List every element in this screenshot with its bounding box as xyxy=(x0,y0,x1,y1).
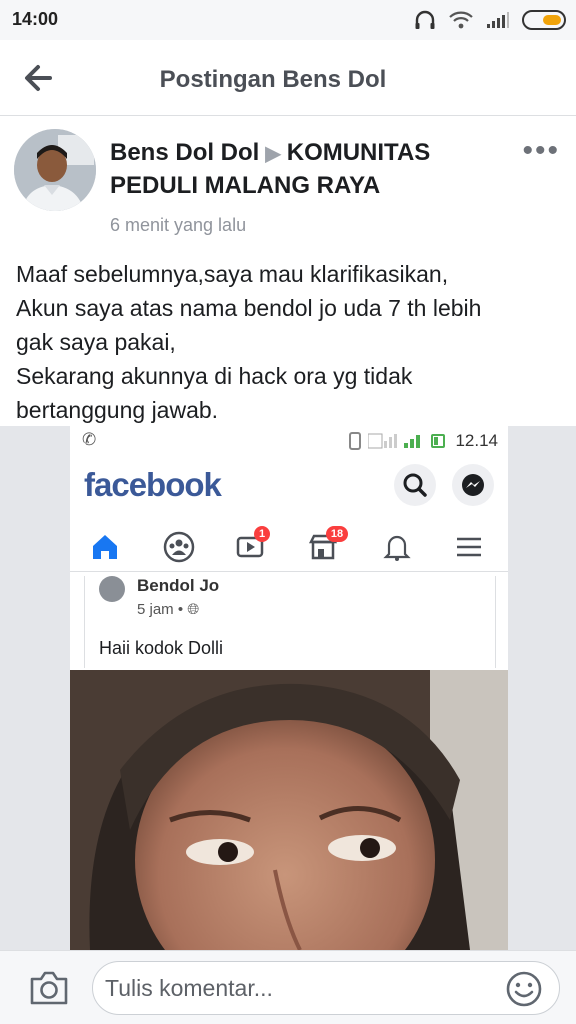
home-icon xyxy=(93,535,117,559)
embedded-post-photo xyxy=(70,670,508,950)
notifications-bell-icon xyxy=(383,535,411,561)
emoji-icon[interactable] xyxy=(504,969,544,1009)
facebook-logo: facebook xyxy=(84,466,222,503)
messenger-icon xyxy=(452,464,494,506)
marketplace-badge: 18 xyxy=(326,526,348,542)
camera-icon[interactable] xyxy=(28,969,70,1007)
status-icons xyxy=(414,8,566,32)
page-title: Postingan Bens Dol xyxy=(159,66,387,93)
embedded-status-time: 12.14 xyxy=(455,431,498,450)
wifi-icon xyxy=(449,11,473,29)
embedded-post-card: Bendol Jo 5 jam • 🌐︎ Haii kodok Dolli xyxy=(84,576,496,668)
post-text-line: gak saya pakai, xyxy=(16,329,176,355)
embedded-status-icons xyxy=(347,432,446,450)
comment-input[interactable] xyxy=(92,961,560,1015)
author-avatar[interactable] xyxy=(14,129,96,211)
post-author-line: Bens Dol Dol ▶ KOMUNITAS PEDULI MALANG RAY… xyxy=(110,137,510,202)
author-name[interactable]: Bens Dol Dol xyxy=(110,139,259,166)
post-timestamp[interactable]: 6 menit yang lalu xyxy=(110,215,246,236)
status-time: 14:00 xyxy=(12,9,59,29)
embedded-screenshot: ✆ 12.14 facebook 1 18 Bendol Jo 5 jam • … xyxy=(70,426,508,950)
post-image[interactable]: ✆ 12.14 facebook 1 18 Bendol Jo 5 jam • … xyxy=(0,426,576,950)
embedded-post-message: Haii kodok Dolli xyxy=(99,638,224,658)
embedded-status-bar: ✆ 12.14 xyxy=(70,426,508,456)
post-text-line: bertanggung jawab. xyxy=(16,397,219,423)
share-arrow-icon: ▶ xyxy=(265,143,281,165)
embedded-author-name: Bendol Jo xyxy=(137,576,220,595)
post-text-line: Akun saya atas nama bendol jo uda 7 th l… xyxy=(16,295,482,321)
headphones-icon xyxy=(415,10,435,29)
battery-icon xyxy=(522,10,566,30)
embedded-author-avatar xyxy=(99,576,125,602)
post-text-line: Maaf sebelumnya,saya mau klarifikasikan, xyxy=(16,261,449,287)
phone-icon: ✆ xyxy=(82,430,97,449)
top-bar: Postingan Bens Dol xyxy=(0,40,576,116)
video-badge: 1 xyxy=(254,526,270,542)
post-text: Maaf sebelumnya,saya mau klarifikasikan,… xyxy=(16,257,566,427)
comment-bar xyxy=(0,950,576,1024)
embedded-nav-bar: 1 18 xyxy=(70,522,508,572)
signal-icon xyxy=(487,12,509,28)
post-text-line: Sekarang akunnya di hack ora yg tidak xyxy=(16,363,413,389)
globe-icon: 🌐︎ xyxy=(187,601,200,618)
search-icon xyxy=(394,464,436,506)
status-bar: 14:00 xyxy=(0,0,576,40)
menu-icon xyxy=(457,537,481,557)
embedded-post-time: 5 jam • 🌐︎ xyxy=(137,601,200,618)
more-options-icon[interactable]: ••• xyxy=(522,136,560,166)
groups-icon xyxy=(163,531,195,563)
